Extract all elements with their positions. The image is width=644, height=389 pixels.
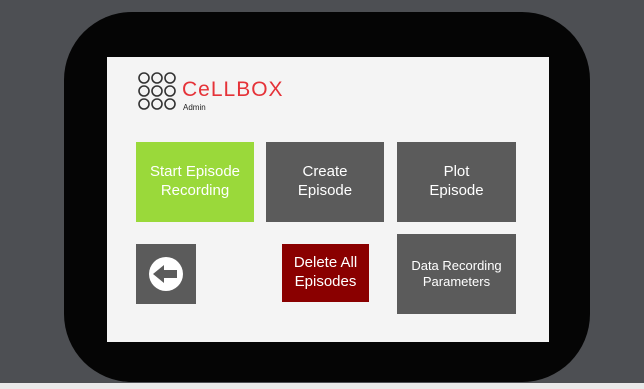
create-episode-button[interactable]: Create Episode xyxy=(266,142,384,222)
data-recording-parameters-button[interactable]: Data Recording Parameters xyxy=(397,234,516,314)
back-button[interactable] xyxy=(136,244,196,304)
back-arrow-icon xyxy=(149,257,183,291)
cellbox-grid-icon xyxy=(138,72,176,110)
cellbox-logo: CeLLBOX Admin xyxy=(137,71,297,115)
page-bottom-strip xyxy=(0,383,644,389)
logo-subtitle: Admin xyxy=(183,103,206,112)
logo-text: CeLLBOX xyxy=(182,78,284,101)
touch-screen: CeLLBOX Admin Start Episode Recording Cr… xyxy=(107,57,549,342)
delete-all-episodes-button[interactable]: Delete All Episodes xyxy=(282,244,369,302)
start-episode-recording-button[interactable]: Start Episode Recording xyxy=(136,142,254,222)
plot-episode-button[interactable]: Plot Episode xyxy=(397,142,516,222)
